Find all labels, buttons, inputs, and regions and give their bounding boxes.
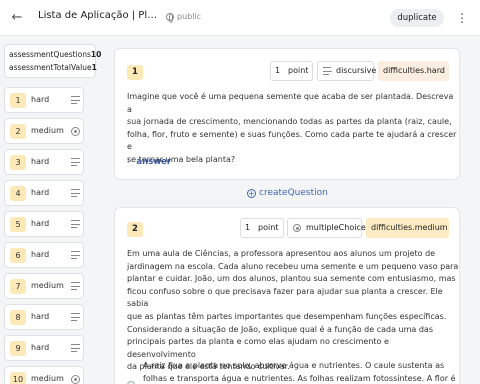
sidebar-question-1[interactable]: 1 hard <box>4 87 84 113</box>
question-number-badge: 7 <box>10 279 26 294</box>
question-number-badge: 8 <box>10 310 26 325</box>
question-difficulty: hard <box>31 343 50 352</box>
question-difficulty: hard <box>31 157 50 166</box>
discursive-icon <box>71 344 80 353</box>
multiple-choice-icon <box>71 127 80 136</box>
question-difficulty: medium <box>31 126 64 135</box>
question-editor: 1 1 point discursive difficulties.hard ⌄ … <box>100 36 480 384</box>
discursive-icon <box>71 189 80 198</box>
question-difficulty: medium <box>31 281 64 290</box>
create-question-button[interactable]: + createQuestion <box>247 188 328 198</box>
question-text-line: Em uma aula de Ciências, a professora ap… <box>127 249 436 258</box>
question-sidebar: assessmentQuestions 10 assessmentTotalVal… <box>0 36 101 384</box>
sidebar-question-10[interactable]: 10 medium <box>4 366 84 384</box>
question-difficulty: hard <box>31 95 50 104</box>
discursive-icon <box>71 251 80 260</box>
option-text-line: A raiz fixa a planta no solo, absorve ág… <box>143 361 445 370</box>
sidebar-question-9[interactable]: 9 hard <box>4 335 84 361</box>
question-type-select[interactable]: discursive <box>317 61 377 81</box>
discursive-icon <box>71 220 80 229</box>
sidebar-question-7[interactable]: 7 medium <box>4 273 84 299</box>
globe-icon <box>166 12 174 23</box>
chevron-down-icon: ⌄ <box>438 67 444 75</box>
points-value: 1 <box>275 66 281 75</box>
top-bar: ← Lista de Aplicação | Plantas... public… <box>0 0 480 36</box>
question-text-line: jardinagem na escola. Cada aluno recebeu… <box>127 261 459 271</box>
visibility-label: public <box>177 12 202 21</box>
question-type-label: discursive <box>336 66 377 75</box>
option-text[interactable]: A raiz fixa a planta no solo, absorve ág… <box>143 360 455 384</box>
sidebar-question-4[interactable]: 4 hard <box>4 180 84 206</box>
question-card-1: 1 1 point discursive difficulties.hard ⌄ … <box>114 48 460 180</box>
points-unit: point <box>288 66 309 75</box>
question-text-line: Considerando a situação de João, expliqu… <box>127 324 433 334</box>
sidebar-question-5[interactable]: 5 hard <box>4 211 84 237</box>
back-arrow-icon[interactable]: ← <box>8 9 26 27</box>
create-question-label: createQuestion <box>259 188 328 198</box>
sidebar-question-2[interactable]: 2 medium <box>4 118 84 144</box>
question-difficulty: hard <box>31 312 50 321</box>
question-difficulty: hard <box>31 250 50 259</box>
answer-label: answer <box>136 157 172 167</box>
difficulty-label: difficulties.hard <box>383 66 445 75</box>
chevron-down-icon: ⌄ <box>438 224 444 232</box>
question-number-badge: 6 <box>10 248 26 263</box>
assessment-total-value: 1 <box>91 63 97 72</box>
discursive-icon <box>71 96 80 105</box>
multiple-choice-icon <box>71 375 80 384</box>
discursive-icon <box>323 67 332 75</box>
assessment-total-label: assessmentTotalValue <box>9 63 92 72</box>
question-number-badge: 10 <box>10 372 26 384</box>
question-number-badge: 1 <box>10 93 26 108</box>
question-number-badge: 5 <box>10 217 26 232</box>
question-number-badge: 2 <box>10 124 26 139</box>
question-text-line: sua jornada de crescimento, mencionando … <box>127 117 452 127</box>
question-text-line: folha, flor, fruto e semente) e suas fun… <box>127 129 457 152</box>
question-text[interactable]: Em uma aula de Ciências, a professora ap… <box>127 248 459 374</box>
answer-toggle[interactable]: › answer <box>127 157 171 167</box>
question-number-badge: 3 <box>10 155 26 170</box>
difficulty-select[interactable]: difficulties.hard ⌄ <box>378 61 449 81</box>
question-text-line: que as plantas têm partes importantes qu… <box>127 311 447 321</box>
question-difficulty: medium <box>31 374 64 383</box>
more-options-icon[interactable]: ⋮ <box>456 10 468 26</box>
sidebar-question-3[interactable]: 3 hard <box>4 149 84 175</box>
sidebar-question-8[interactable]: 8 hard <box>4 304 84 330</box>
question-number-badge: 9 <box>10 341 26 356</box>
plus-circle-icon: + <box>247 188 256 198</box>
option-text-line: folhas e transporta água e nutrientes. A… <box>143 373 456 383</box>
points-input[interactable]: 1 point <box>240 218 284 238</box>
sidebar-question-6[interactable]: 6 hard <box>4 242 84 268</box>
question-difficulty: hard <box>31 188 50 197</box>
question-number-badge: 2 <box>127 222 143 237</box>
question-type-select[interactable]: multipleChoice <box>287 218 366 238</box>
page-title: Lista de Aplicação | Plantas... <box>38 10 160 21</box>
points-unit: point <box>258 223 279 232</box>
question-number-badge: 4 <box>10 186 26 201</box>
question-card-2: 2 1 point multipleChoice difficulties.med… <box>114 207 460 384</box>
discursive-icon <box>71 282 80 291</box>
duplicate-button[interactable]: duplicate <box>390 9 444 27</box>
discursive-icon <box>71 158 80 167</box>
discursive-icon <box>71 313 80 322</box>
question-number-badge: 1 <box>127 65 143 80</box>
question-difficulty: hard <box>31 219 50 228</box>
points-input[interactable]: 1 point <box>270 61 313 81</box>
multiple-choice-icon <box>293 224 301 232</box>
question-text[interactable]: Imagine que você é uma pequena semente q… <box>127 91 459 167</box>
question-type-label: multipleChoice <box>306 223 366 232</box>
question-text-line: ficou confuso sobre o que precisava faze… <box>127 286 443 309</box>
question-text-line: se tornar uma bela planta? <box>127 154 236 164</box>
question-text-line: Imagine que você é uma pequena semente q… <box>127 92 454 114</box>
question-text-line: principais partes da planta e como elas … <box>127 337 389 359</box>
points-value: 1 <box>245 223 251 232</box>
difficulty-label: difficulties.medium <box>371 223 448 232</box>
assessment-summary: assessmentQuestions 10 assessmentTotalVal… <box>4 44 101 78</box>
assessment-questions-label: assessmentQuestions <box>9 50 91 59</box>
difficulty-select[interactable]: difficulties.medium ⌄ <box>366 218 449 238</box>
chevron-right-icon: › <box>127 157 131 167</box>
question-text-line: plantar e cuidar. João, um dos alunos, p… <box>127 274 456 284</box>
visibility-status: public <box>166 12 202 23</box>
